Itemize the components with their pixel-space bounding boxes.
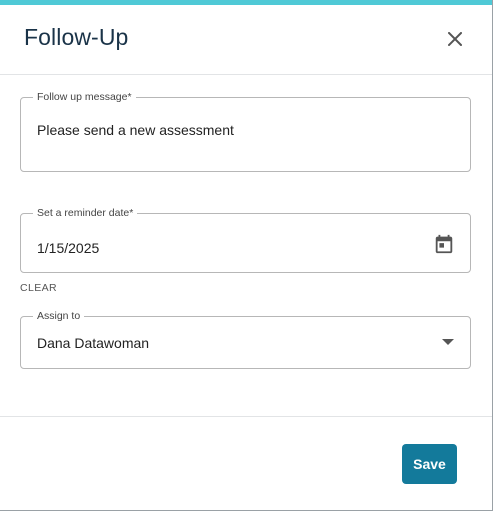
assign-to-select[interactable]: Assign to Dana Datawoman [20, 310, 471, 369]
follow-up-message-value[interactable]: Please send a new assessment [37, 122, 234, 138]
reminder-date-label: Set a reminder date* [33, 207, 138, 219]
assign-to-label: Assign to [33, 310, 85, 322]
reminder-date-value[interactable]: 1/15/2025 [37, 240, 99, 256]
reminder-date-field[interactable]: Set a reminder date* 1/15/2025 [20, 207, 471, 273]
clear-date-link[interactable]: CLEAR [20, 282, 57, 294]
footer-divider [0, 416, 492, 417]
assign-to-value[interactable]: Dana Datawoman [37, 335, 149, 351]
chevron-down-icon[interactable] [442, 339, 454, 345]
header-divider [0, 74, 492, 75]
save-button[interactable]: Save [402, 444, 457, 484]
calendar-button[interactable] [432, 232, 456, 256]
top-accent-bar [0, 0, 493, 5]
follow-up-message-label: Follow up message* [33, 91, 136, 103]
close-button[interactable] [441, 25, 469, 53]
follow-up-message-field[interactable]: Follow up message* Please send a new ass… [20, 91, 471, 172]
calendar-icon [435, 234, 453, 254]
follow-up-dialog: Follow-Up Follow up message* Please send… [0, 0, 493, 511]
dialog-title: Follow-Up [24, 24, 129, 50]
close-icon [448, 32, 462, 46]
